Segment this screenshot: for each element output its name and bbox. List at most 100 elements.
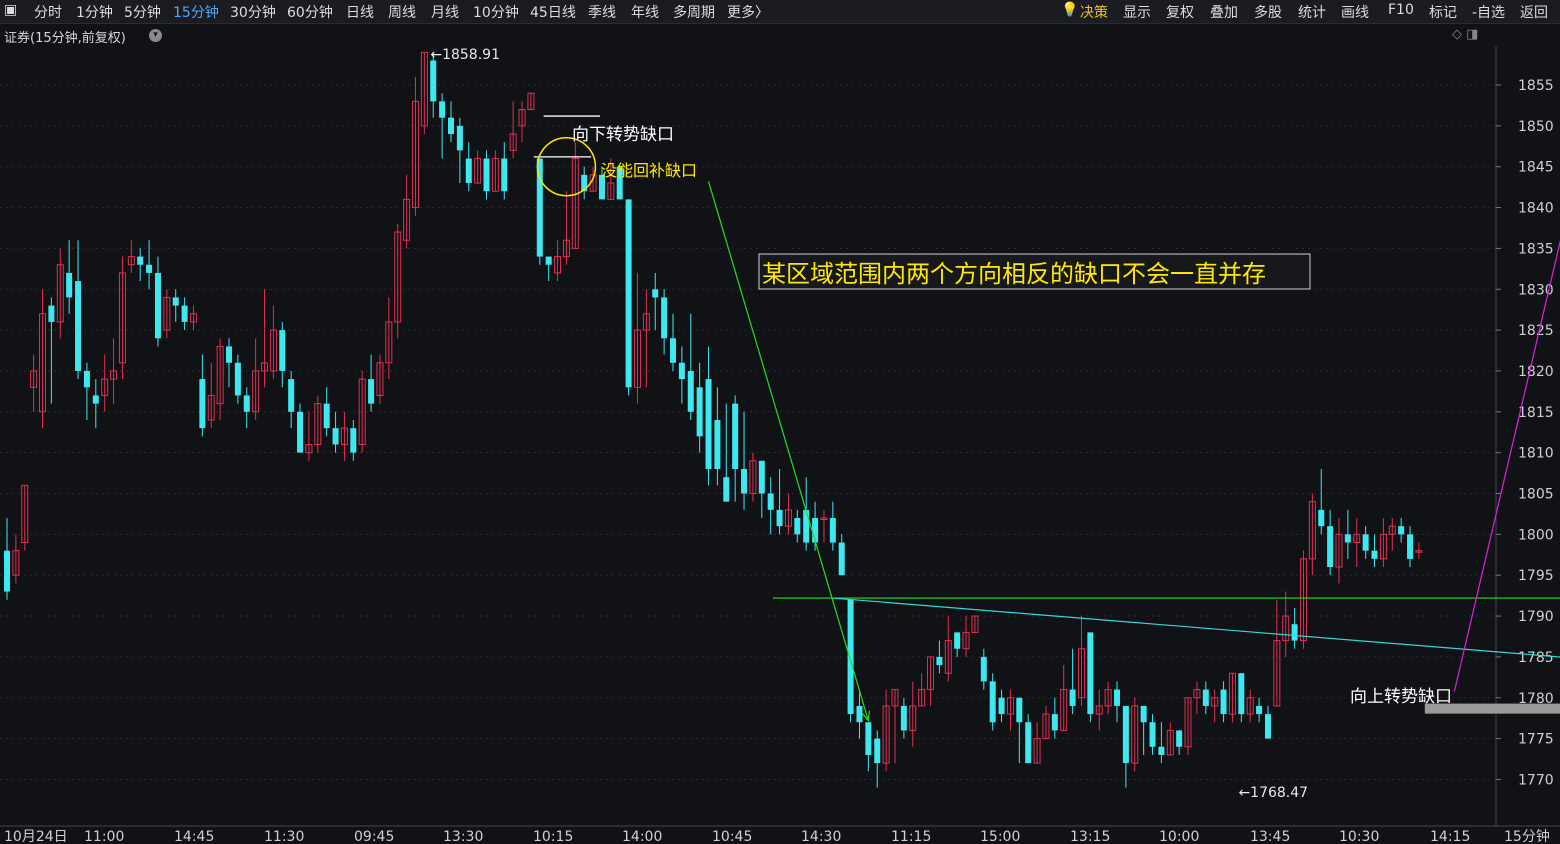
- candle-body-down: [767, 493, 774, 510]
- candle-body-down: [936, 656, 943, 666]
- candle-body-down: [154, 272, 161, 339]
- candle-body-down: [1220, 689, 1227, 715]
- candle-body-down: [1149, 722, 1156, 747]
- candle-body-down: [874, 738, 881, 764]
- candle-body-down: [439, 101, 446, 118]
- candle-body-down: [66, 272, 73, 298]
- candle-body-down: [1140, 705, 1147, 723]
- gap-up-label: 向上转势缺口: [1350, 687, 1452, 707]
- candle-body-down: [980, 656, 987, 682]
- candle-body-down: [430, 60, 437, 102]
- main-note-text: 某区域范围内两个方向相反的缺口不会一直并存: [762, 260, 1266, 288]
- x-tick-label: 09:45: [354, 829, 394, 844]
- candle-body-down: [998, 697, 1005, 715]
- x-tick-label: 10:15: [533, 829, 573, 844]
- candle-body-down: [465, 158, 472, 184]
- x-tick-label: 13:15: [1070, 829, 1110, 844]
- candle-body-down: [1122, 705, 1129, 764]
- candle-body-down: [758, 460, 765, 494]
- x-tick-label: 10:00: [1159, 829, 1199, 844]
- candle-body-down: [1291, 624, 1298, 641]
- candle-body-down: [794, 518, 801, 535]
- y-tick-label: 1855: [1518, 78, 1554, 94]
- candle-body-down: [323, 403, 330, 429]
- candle-body-down: [696, 387, 703, 437]
- x-tick-label: 10:45: [712, 829, 752, 844]
- price-label-1: ←1768.47: [1238, 785, 1308, 801]
- y-tick-label: 1770: [1518, 772, 1554, 788]
- candle-body-down: [234, 362, 241, 396]
- candle-body-down: [954, 632, 961, 649]
- y-tick-label: 1795: [1518, 568, 1554, 584]
- candle-body-down: [350, 428, 357, 453]
- candle-body-down: [989, 681, 996, 723]
- candle-body-down: [652, 289, 659, 298]
- y-tick-label: 1845: [1518, 160, 1554, 176]
- candle-body-down: [368, 379, 375, 404]
- candle-body-down: [1087, 632, 1094, 715]
- y-tick-label: 1805: [1518, 487, 1554, 503]
- candle-body-down: [4, 550, 10, 592]
- x-tick-label: 13:30: [443, 829, 483, 844]
- y-tick-label: 1810: [1518, 446, 1554, 462]
- candle-body-down: [545, 256, 552, 265]
- candle-body-down: [288, 379, 295, 412]
- candle-body-down: [1344, 534, 1351, 543]
- candle-body-down: [900, 705, 907, 731]
- candle-body-down: [1256, 705, 1263, 715]
- x-tick-label: 14:30: [801, 829, 841, 844]
- candle-body-down: [243, 395, 250, 412]
- candle-body-down: [1176, 730, 1183, 747]
- candlestick-chart: 1855185018451840183518301825182018151810…: [0, 46, 1560, 844]
- candle-body-down: [137, 256, 144, 265]
- candle-body-down: [865, 722, 872, 755]
- candle-body-down: [456, 125, 463, 151]
- period-label: 15分钟: [1504, 828, 1550, 844]
- y-tick-label: 1800: [1518, 527, 1554, 543]
- candle-body-down: [838, 542, 845, 576]
- x-tick-label: 14:15: [1430, 829, 1470, 844]
- y-tick-label: 1820: [1518, 364, 1554, 380]
- candle-body-down: [501, 158, 508, 192]
- candle-body-down: [226, 346, 232, 363]
- x-tick-label: 10月24日: [4, 829, 68, 844]
- y-tick-label: 1790: [1518, 609, 1554, 625]
- candle-body-down: [714, 419, 721, 469]
- candle-body-down: [723, 477, 730, 502]
- candle-body-down: [48, 305, 55, 322]
- price-label-0: ←1858.91: [430, 47, 500, 63]
- candle-body-down: [803, 509, 810, 543]
- candle-body-down: [92, 395, 99, 404]
- candle-body-down: [856, 705, 863, 723]
- candle-body-down: [172, 297, 179, 306]
- x-tick-label: 11:15: [891, 829, 931, 844]
- candle-body-down: [1398, 526, 1405, 535]
- candle-body-down: [625, 199, 632, 388]
- candle-body-down: [678, 362, 685, 380]
- candle-body-down: [75, 281, 82, 371]
- candle-body-down: [83, 370, 90, 388]
- x-tick-label: 10:30: [1339, 829, 1379, 844]
- x-tick-label: 11:00: [84, 829, 124, 844]
- x-tick-label: 14:45: [174, 829, 214, 844]
- candle-body-down: [1025, 722, 1032, 764]
- candle-body-down: [670, 338, 676, 363]
- not-filled-label: 没能回补缺口: [601, 161, 697, 180]
- candle-body-down: [776, 509, 783, 527]
- y-tick-label: 1825: [1518, 323, 1554, 339]
- candle-body-down: [279, 330, 286, 371]
- candle-body-down: [1407, 534, 1414, 559]
- y-tick-label: 1835: [1518, 241, 1554, 257]
- y-tick-label: 1850: [1518, 119, 1554, 135]
- y-tick-label: 1840: [1518, 201, 1554, 217]
- x-tick-label: 13:45: [1250, 829, 1290, 844]
- candle-body-down: [661, 297, 668, 339]
- candle-body-down: [181, 305, 188, 322]
- candle-body-down: [732, 403, 739, 469]
- candle-body-down: [1371, 550, 1378, 559]
- candle-body-down: [1114, 689, 1120, 706]
- gap-down-label: 向下转势缺口: [572, 125, 674, 145]
- y-tick-label: 1815: [1518, 405, 1554, 421]
- candle-body-down: [1016, 697, 1023, 723]
- candle-body-down: [1318, 509, 1325, 527]
